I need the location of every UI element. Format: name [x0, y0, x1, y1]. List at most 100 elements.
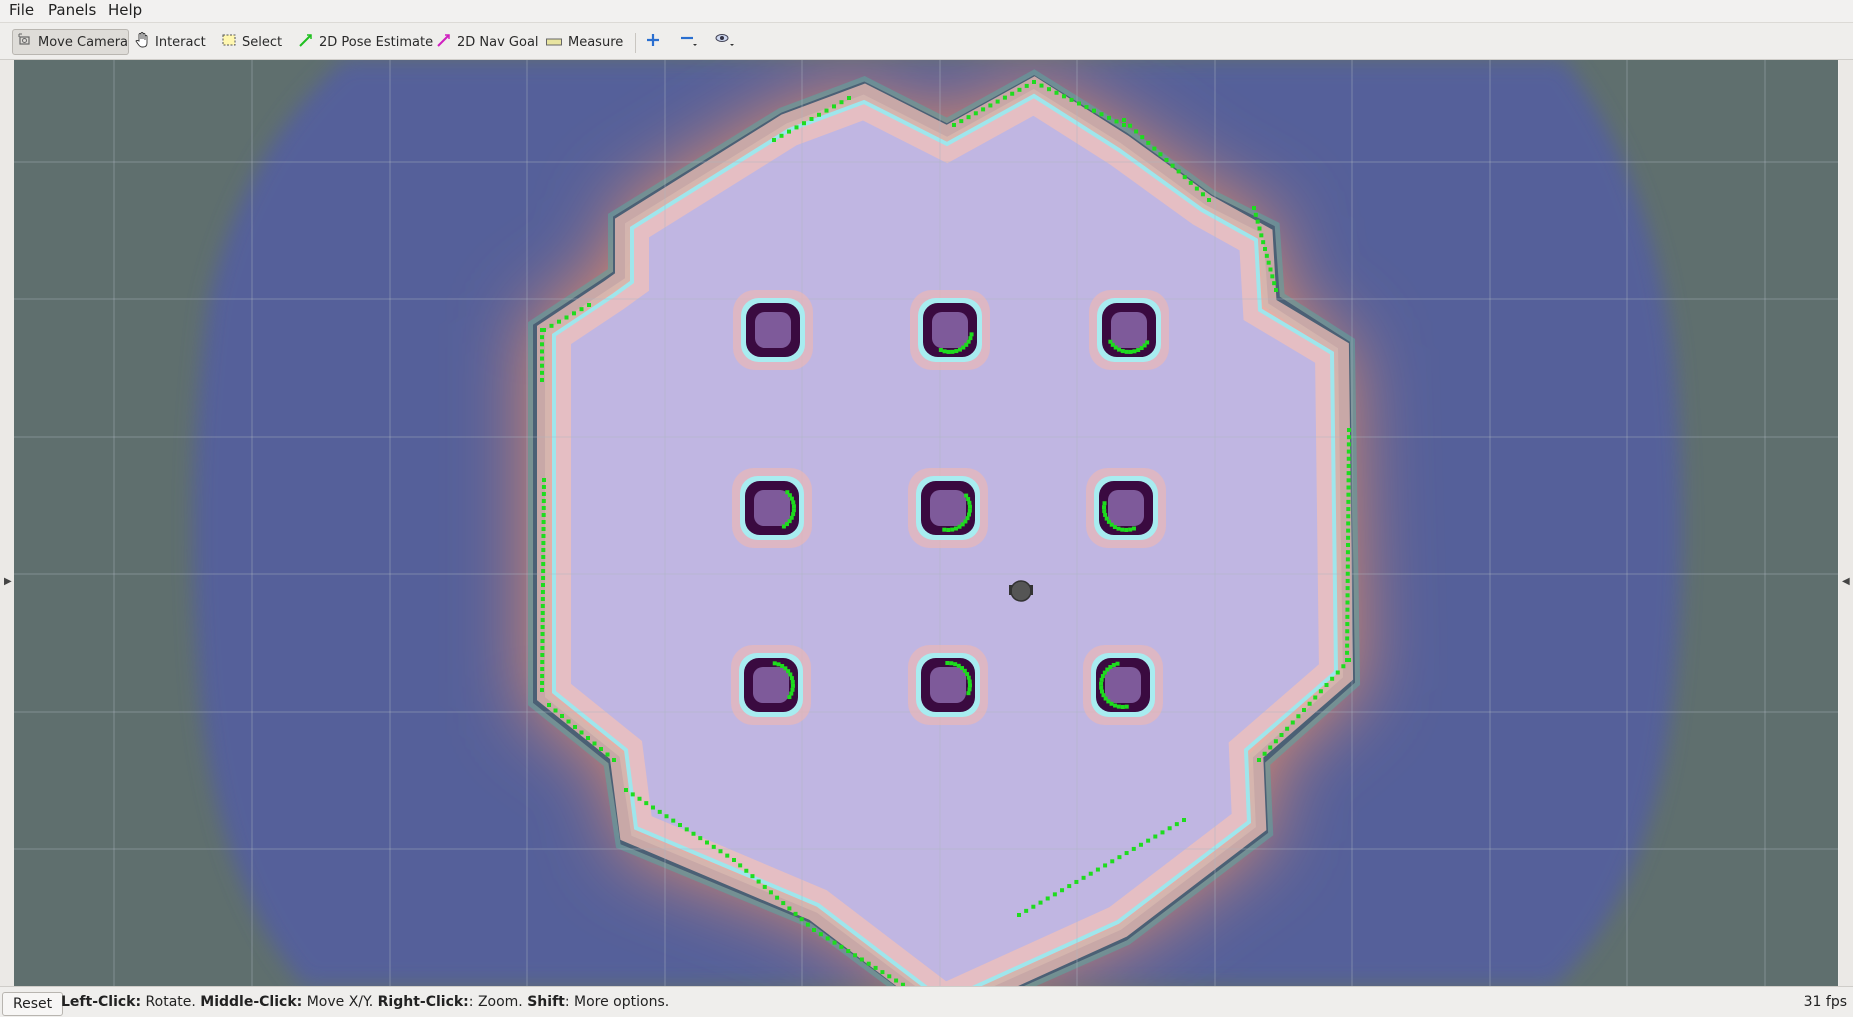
scan-point [965, 672, 970, 677]
scan-point [1116, 704, 1121, 709]
scan-point [1140, 135, 1145, 140]
scan-point [762, 884, 767, 889]
scan-point [787, 695, 792, 700]
scan-point [1335, 670, 1340, 675]
scan-point [1120, 527, 1125, 532]
left-panel-handle[interactable]: ▶ [0, 60, 14, 986]
scan-point [1345, 550, 1350, 555]
scan-point [1266, 260, 1271, 265]
scan-point [988, 103, 993, 108]
scan-point [541, 485, 546, 489]
interact-button[interactable]: Interact [135, 29, 206, 55]
scan-point [1290, 720, 1295, 725]
scan-point [1318, 689, 1323, 694]
zoom-out-button[interactable] [680, 29, 704, 55]
scan-point [1102, 509, 1107, 514]
scan-point [1268, 267, 1273, 272]
hand-icon [135, 32, 149, 52]
scan-point [1346, 435, 1351, 440]
scan-point [957, 347, 962, 352]
scan-point [540, 378, 544, 382]
move-camera-button[interactable]: Move Camera [12, 29, 129, 55]
reset-button[interactable]: Reset [2, 992, 64, 1016]
hint-middle-click-key: Middle-Click: [200, 994, 303, 1010]
scan-point [1017, 913, 1021, 917]
scan-point [1307, 701, 1312, 706]
menu-file[interactable]: File [9, 2, 34, 19]
costmap-view [14, 60, 1838, 986]
scan-point [540, 688, 544, 692]
scan-point [779, 133, 784, 138]
scan-point [1039, 83, 1044, 88]
scan-point [541, 548, 546, 552]
scan-point [1107, 115, 1111, 120]
scan-point [1345, 658, 1349, 662]
scan-point [718, 849, 723, 854]
scan-point [1346, 449, 1351, 454]
2d-pose-estimate-button[interactable]: 2D Pose Estimate [299, 29, 433, 55]
scan-point [1262, 751, 1267, 756]
scan-point [1330, 676, 1335, 681]
scan-point [832, 104, 836, 109]
scan-point [1345, 607, 1350, 612]
scan-point [542, 328, 546, 332]
scan-point [1132, 349, 1137, 354]
scan-point [725, 853, 730, 858]
select-button[interactable]: Select [222, 29, 282, 55]
scan-point [973, 111, 978, 116]
scan-point [605, 752, 610, 757]
scan-point [967, 512, 972, 517]
menu-panels[interactable]: Panels [48, 2, 96, 19]
plus-icon [646, 33, 660, 51]
scan-point [1010, 91, 1015, 96]
scan-point [540, 604, 545, 608]
scan-point [1101, 693, 1106, 698]
zoom-in-button[interactable] [646, 29, 666, 55]
scan-point [1103, 863, 1108, 868]
toolbar: Move Camera Interact Select 2D Pose Esti… [0, 23, 1853, 60]
eye-icon [714, 32, 736, 52]
scan-point [812, 928, 816, 932]
scan-point [1346, 528, 1351, 533]
scan-point [540, 363, 544, 368]
scan-point [1253, 212, 1258, 217]
scan-point [1146, 140, 1151, 145]
scan-point [794, 125, 799, 130]
measure-button[interactable]: Measure [546, 29, 623, 55]
scan-point [1188, 180, 1193, 185]
scan-point [540, 342, 544, 347]
render-viewport[interactable] [14, 60, 1838, 986]
right-panel-handle[interactable]: ◀ [1839, 60, 1853, 986]
scan-point [1346, 478, 1351, 483]
scan-point [557, 319, 561, 324]
scan-point [953, 526, 958, 531]
scan-point [540, 611, 545, 615]
scan-point [587, 303, 591, 307]
scan-point [1108, 339, 1113, 344]
move-camera-label: Move Camera [38, 34, 129, 50]
view-button[interactable] [714, 29, 742, 55]
scan-point [1060, 888, 1065, 893]
scan-point [772, 138, 776, 142]
scan-point [953, 662, 958, 667]
scan-point [630, 792, 635, 797]
scan-point [787, 906, 792, 911]
scan-point [1136, 347, 1141, 352]
2d-nav-goal-button[interactable]: 2D Nav Goal [437, 29, 539, 55]
menu-help[interactable]: Help [108, 2, 142, 19]
scan-point [1077, 101, 1081, 106]
scan-point [1346, 463, 1351, 468]
scan-point [671, 818, 676, 823]
scan-point [541, 513, 546, 517]
scan-point [711, 844, 716, 849]
scan-point [592, 741, 597, 746]
scan-point [1111, 663, 1116, 668]
scan-point [750, 874, 755, 879]
scan-point [579, 730, 584, 735]
scan-point [967, 508, 972, 513]
scan-point [1346, 521, 1351, 526]
scan-point [1194, 186, 1199, 191]
scan-point [1346, 492, 1351, 497]
scan-point [1088, 871, 1093, 876]
scan-point [1270, 274, 1275, 279]
